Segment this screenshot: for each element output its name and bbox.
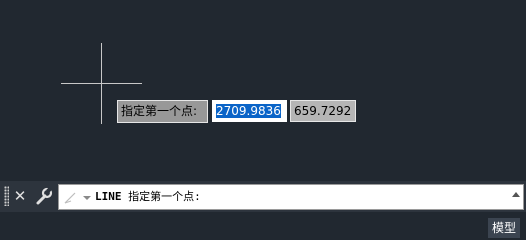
command-name: LINE	[95, 190, 122, 203]
command-prompt: 指定第一个点:	[128, 190, 201, 203]
command-icon[interactable]	[63, 188, 93, 206]
command-line-text: LINE 指定第一个点:	[95, 185, 201, 209]
model-tab[interactable]: 模型	[488, 218, 520, 238]
drag-grip-handle[interactable]	[4, 186, 9, 206]
wrench-icon[interactable]	[35, 186, 53, 206]
drawing-canvas[interactable]: 指定第一个点: 2709.9836 659.7292	[0, 0, 526, 181]
dynamic-input-x-field[interactable]: 2709.9836	[212, 100, 287, 122]
close-icon[interactable]: ✕	[12, 187, 28, 205]
dynamic-input-y-field[interactable]: 659.7292	[290, 100, 356, 122]
status-bar	[0, 212, 526, 240]
chevron-up-icon[interactable]	[512, 192, 520, 197]
dynamic-input-prompt: 指定第一个点:	[117, 100, 208, 123]
x-value-selected: 2709.9836	[216, 104, 281, 118]
command-input[interactable]: LINE 指定第一个点:	[58, 184, 524, 210]
crosshair-vertical	[101, 43, 102, 124]
